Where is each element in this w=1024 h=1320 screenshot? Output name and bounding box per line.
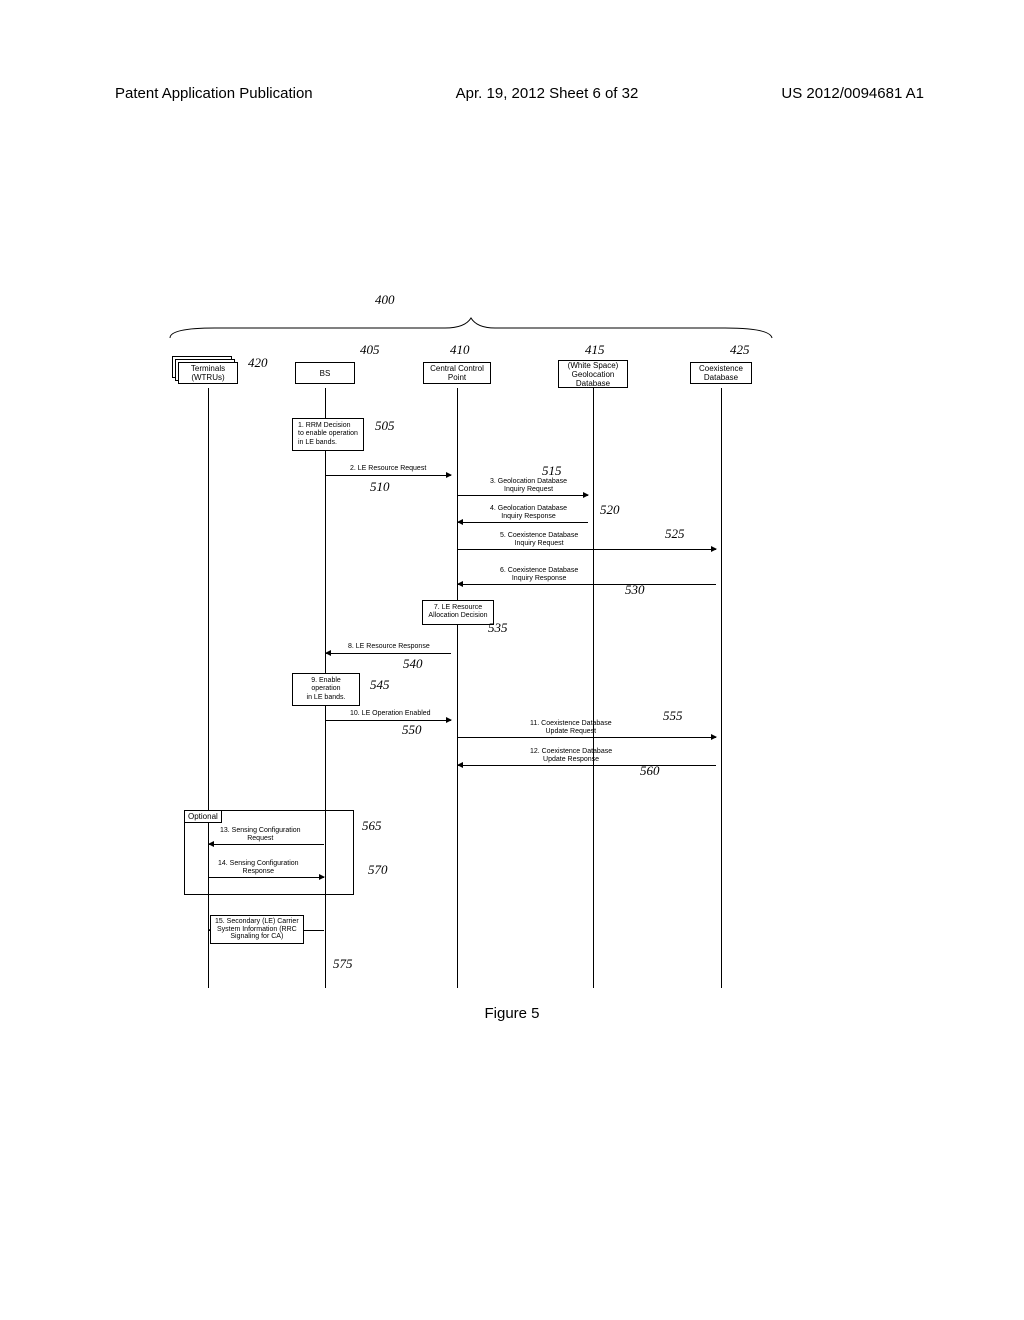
- lifeline-terminals: [208, 388, 209, 988]
- ref-570: 570: [368, 862, 388, 878]
- ccp-label-2: Point: [448, 373, 466, 382]
- geodb-label-2: Geolocation: [572, 370, 615, 379]
- msg-8-arrow: [326, 653, 451, 654]
- msg-13-label: 13. Sensing Configuration Request: [220, 827, 301, 842]
- ref-410: 410: [450, 342, 470, 358]
- figure-label: Figure 5: [0, 1005, 1024, 1022]
- ref-545: 545: [370, 677, 390, 693]
- ref-540: 540: [403, 656, 423, 672]
- optional-fragment: Optional: [184, 810, 354, 895]
- header-left: Patent Application Publication: [115, 85, 313, 102]
- msg-5-label: 5. Coexistence Database Inquiry Request: [500, 532, 578, 547]
- msg-4-arrow: [458, 522, 588, 523]
- ref-515: 515: [542, 463, 562, 479]
- coexdb-label-2: Database: [704, 373, 738, 382]
- ref-405: 405: [360, 342, 380, 358]
- ref-550: 550: [402, 722, 422, 738]
- msg-5-arrow: [458, 549, 716, 550]
- msg-6-arrow: [458, 584, 716, 585]
- bs-label: BS: [320, 369, 331, 378]
- page-header: Patent Application Publication Apr. 19, …: [0, 0, 1024, 102]
- msg-2-label: 2. LE Resource Request: [350, 465, 426, 473]
- msg-15-box: 15. Secondary (LE) Carrier System Inform…: [210, 915, 304, 944]
- ref-535: 535: [488, 620, 508, 636]
- ref-565: 565: [362, 818, 382, 834]
- ref-525: 525: [665, 526, 685, 542]
- msg-8-label: 8. LE Resource Response: [348, 643, 430, 651]
- ref-555: 555: [663, 708, 683, 724]
- msg-11-arrow: [458, 737, 716, 738]
- ref-420: 420: [248, 355, 268, 371]
- ref-530: 530: [625, 582, 645, 598]
- ccp-actor: Central Control Point: [423, 362, 491, 384]
- header-center: Apr. 19, 2012 Sheet 6 of 32: [456, 85, 639, 102]
- header-right: US 2012/0094681 A1: [781, 85, 924, 102]
- ref-510: 510: [370, 479, 390, 495]
- ref-560: 560: [640, 763, 660, 779]
- ref-425: 425: [730, 342, 750, 358]
- msg-1-box: 1. RRM Decision to enable operation in L…: [292, 418, 364, 451]
- msg-3-arrow: [458, 495, 588, 496]
- geodb-label-1: (White Space): [568, 361, 619, 370]
- msg-4-label: 4. Geolocation Database Inquiry Response: [490, 505, 567, 520]
- optional-label: Optional: [185, 811, 222, 823]
- msg-6-label: 6. Coexistence Database Inquiry Response: [500, 567, 578, 582]
- msg-14-label: 14. Sensing Configuration Response: [218, 860, 299, 875]
- geodb-actor: (White Space) Geolocation Database: [558, 360, 628, 388]
- ref-575: 575: [333, 956, 353, 972]
- sequence-diagram: 400 Terminals (WTRUs) 420 BS 405 Central…: [170, 300, 810, 1020]
- ref-520: 520: [600, 502, 620, 518]
- geodb-label-3: Database: [576, 379, 610, 388]
- msg-11-label: 11. Coexistence Database Update Request: [530, 720, 612, 735]
- coexdb-label-1: Coexistence: [699, 364, 743, 373]
- msg-12-label: 12. Coexistence Database Update Response: [530, 748, 612, 763]
- lifeline-ccp: [457, 388, 458, 988]
- terminals-label-1: Terminals: [191, 364, 225, 373]
- msg-3-label: 3. Geolocation Database Inquiry Request: [490, 478, 567, 493]
- msg-9-box: 9. Enable operation in LE bands.: [292, 673, 360, 706]
- ref-415: 415: [585, 342, 605, 358]
- terminals-label-2: (WTRUs): [191, 373, 224, 382]
- ref-505: 505: [375, 418, 395, 434]
- coexdb-actor: Coexistence Database: [690, 362, 752, 384]
- msg-7-box: 7. LE Resource Allocation Decision: [422, 600, 494, 625]
- terminals-actor: Terminals (WTRUs): [178, 362, 250, 390]
- ccp-label-1: Central Control: [430, 364, 484, 373]
- msg-14-arrow: [209, 877, 324, 878]
- msg-12-arrow: [458, 765, 716, 766]
- msg-10-arrow: [326, 720, 451, 721]
- system-ref-label: 400: [375, 292, 395, 308]
- curly-brace-icon: [165, 310, 777, 340]
- lifeline-coexdb: [721, 388, 722, 988]
- lifeline-geodb: [593, 388, 594, 988]
- msg-2-arrow: [326, 475, 451, 476]
- msg-10-label: 10. LE Operation Enabled: [350, 710, 431, 718]
- bs-actor: BS: [295, 362, 355, 384]
- msg-13-arrow: [209, 844, 324, 845]
